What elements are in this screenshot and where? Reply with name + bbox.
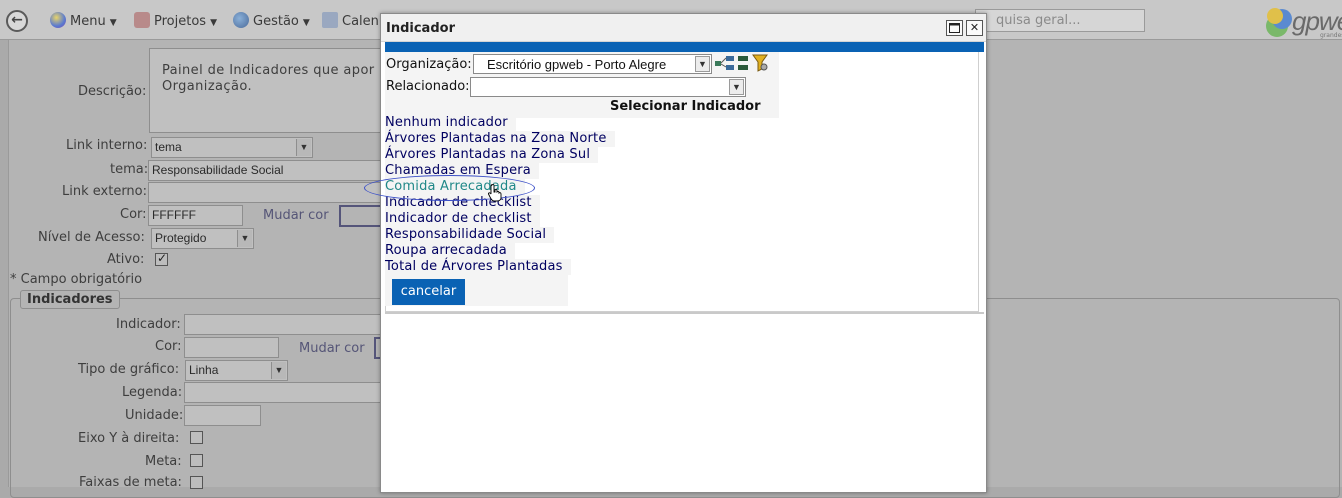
relacionado-label: Relacionado: xyxy=(386,79,470,94)
organizacao-select[interactable]: Escritório gpweb - Porto Alegre ▼ xyxy=(473,54,712,74)
dialog-titlebar[interactable]: Indicador ✕ xyxy=(381,14,986,42)
annotation-ellipse xyxy=(364,175,535,201)
orb-icon xyxy=(50,12,66,28)
gestao-label: Gestão xyxy=(253,14,299,29)
selecionar-indicador-heading: Selecionar Indicador xyxy=(610,99,761,114)
tipo-grafico-value: Linha xyxy=(189,363,219,377)
dialog-divider xyxy=(385,312,984,314)
color-swatch[interactable] xyxy=(339,205,384,227)
dialog-title: Indicador xyxy=(386,21,455,36)
tipo-grafico-label: Tipo de gráfico: xyxy=(78,362,180,377)
indicator-item[interactable]: Responsabilidade Social xyxy=(385,227,555,243)
caret-down-icon: ▼ xyxy=(210,18,217,28)
chevron-down-icon: ▼ xyxy=(729,79,744,95)
ativo-label: Ativo: xyxy=(107,252,145,267)
maximize-icon[interactable] xyxy=(946,20,963,36)
menu-label: Menu xyxy=(70,14,106,29)
org-tree-icon[interactable] xyxy=(714,54,750,72)
cor-field[interactable]: FFFFFF xyxy=(148,205,243,226)
projetos-label: Projetos xyxy=(154,14,207,29)
gestao-dropdown[interactable]: Gestão ▼ xyxy=(233,12,310,29)
globe-icon xyxy=(233,12,249,28)
mudar-cor-link[interactable]: Mudar cor xyxy=(263,208,329,223)
organizacao-value: Escritório gpweb - Porto Alegre xyxy=(487,57,667,72)
faixas-meta-label: Faixas de meta: xyxy=(79,475,182,490)
calendario-label: Calen xyxy=(342,14,379,29)
ind-cor-field[interactable] xyxy=(184,337,279,358)
ativo-checkbox[interactable] xyxy=(155,251,168,266)
projetos-dropdown[interactable]: Projetos ▼ xyxy=(134,12,217,29)
unidade-field[interactable] xyxy=(184,405,261,426)
legenda-field[interactable] xyxy=(184,382,384,403)
tema-field[interactable]: Responsabilidade Social xyxy=(148,160,388,181)
logo-subtext: grandes xyxy=(1320,32,1342,39)
indicadores-legend: Indicadores xyxy=(20,290,120,309)
unidade-label: Unidade: xyxy=(125,408,184,423)
gpweb-logo: gpweb grandes xyxy=(1262,4,1342,39)
chevron-down-icon: ▼ xyxy=(271,362,286,379)
indicador-field[interactable] xyxy=(184,314,384,335)
eixo-y-checkbox[interactable] xyxy=(190,431,203,444)
link-interno-select[interactable]: tema ▼ xyxy=(151,137,313,158)
search-input[interactable]: quisa geral... xyxy=(975,9,1145,32)
legenda-label: Legenda: xyxy=(122,385,183,400)
link-externo-field[interactable] xyxy=(148,182,388,203)
ind-mudar-cor-link[interactable]: Mudar cor xyxy=(299,341,365,356)
eixo-y-label: Eixo Y à direita: xyxy=(78,431,180,446)
nivel-acesso-value: Protegido xyxy=(155,231,207,245)
puzzle-icon xyxy=(134,12,150,28)
descricao-field[interactable]: Painel de Indicadores que apor Organizaç… xyxy=(149,48,389,133)
caret-down-icon: ▼ xyxy=(109,18,117,28)
tema-label: tema: xyxy=(110,162,149,177)
campo-obrigatorio-note: * Campo obrigatório xyxy=(10,272,143,287)
chevron-down-icon: ▼ xyxy=(237,230,252,247)
indicador-label: Indicador: xyxy=(116,317,181,332)
link-externo-label: Link externo: xyxy=(62,184,148,199)
nivel-acesso-select[interactable]: Protegido ▼ xyxy=(151,228,254,249)
caret-down-icon: ▼ xyxy=(302,18,310,28)
meta-label: Meta: xyxy=(145,454,182,469)
close-icon[interactable]: ✕ xyxy=(966,20,983,36)
cancelar-button[interactable]: cancelar xyxy=(392,279,465,305)
meta-checkbox[interactable] xyxy=(190,454,203,467)
link-interno-value: tema xyxy=(155,140,182,154)
filter-icon[interactable] xyxy=(752,54,768,72)
indicator-item[interactable]: Nenhum indicador xyxy=(385,115,516,131)
faixas-meta-checkbox[interactable] xyxy=(190,476,203,489)
gpweb-logo-icon xyxy=(1266,8,1292,37)
link-interno-label: Link interno: xyxy=(66,138,148,153)
ind-cor-label: Cor: xyxy=(155,339,182,354)
organizacao-label: Organização: xyxy=(386,57,472,72)
tipo-grafico-select[interactable]: Linha ▼ xyxy=(185,360,288,381)
calendario-dropdown[interactable]: Calen xyxy=(322,12,379,29)
indicator-item[interactable]: Roupa arrecadada xyxy=(385,243,515,259)
nivel-acesso-label: Nível de Acesso: xyxy=(38,230,145,245)
indicator-item[interactable]: Árvores Plantadas na Zona Norte xyxy=(385,131,615,147)
chevron-down-icon: ▼ xyxy=(296,139,311,156)
descricao-label: Descrição: xyxy=(78,84,147,99)
chevron-down-icon: ▼ xyxy=(695,56,710,72)
relacionado-select[interactable]: ▼ xyxy=(470,77,746,97)
menu-dropdown[interactable]: Menu ▼ xyxy=(50,12,117,29)
hand-cursor-icon xyxy=(488,184,502,202)
indicator-item[interactable]: Árvores Plantadas na Zona Sul xyxy=(385,147,599,163)
calendar-icon xyxy=(322,12,338,28)
cor-label: Cor: xyxy=(120,207,147,222)
dialog-blue-band xyxy=(385,42,984,52)
indicator-item[interactable]: Total de Árvores Plantadas xyxy=(385,259,571,275)
indicator-item[interactable]: Indicador de checklist xyxy=(385,211,540,227)
back-arrow-icon[interactable]: ← xyxy=(6,10,28,32)
